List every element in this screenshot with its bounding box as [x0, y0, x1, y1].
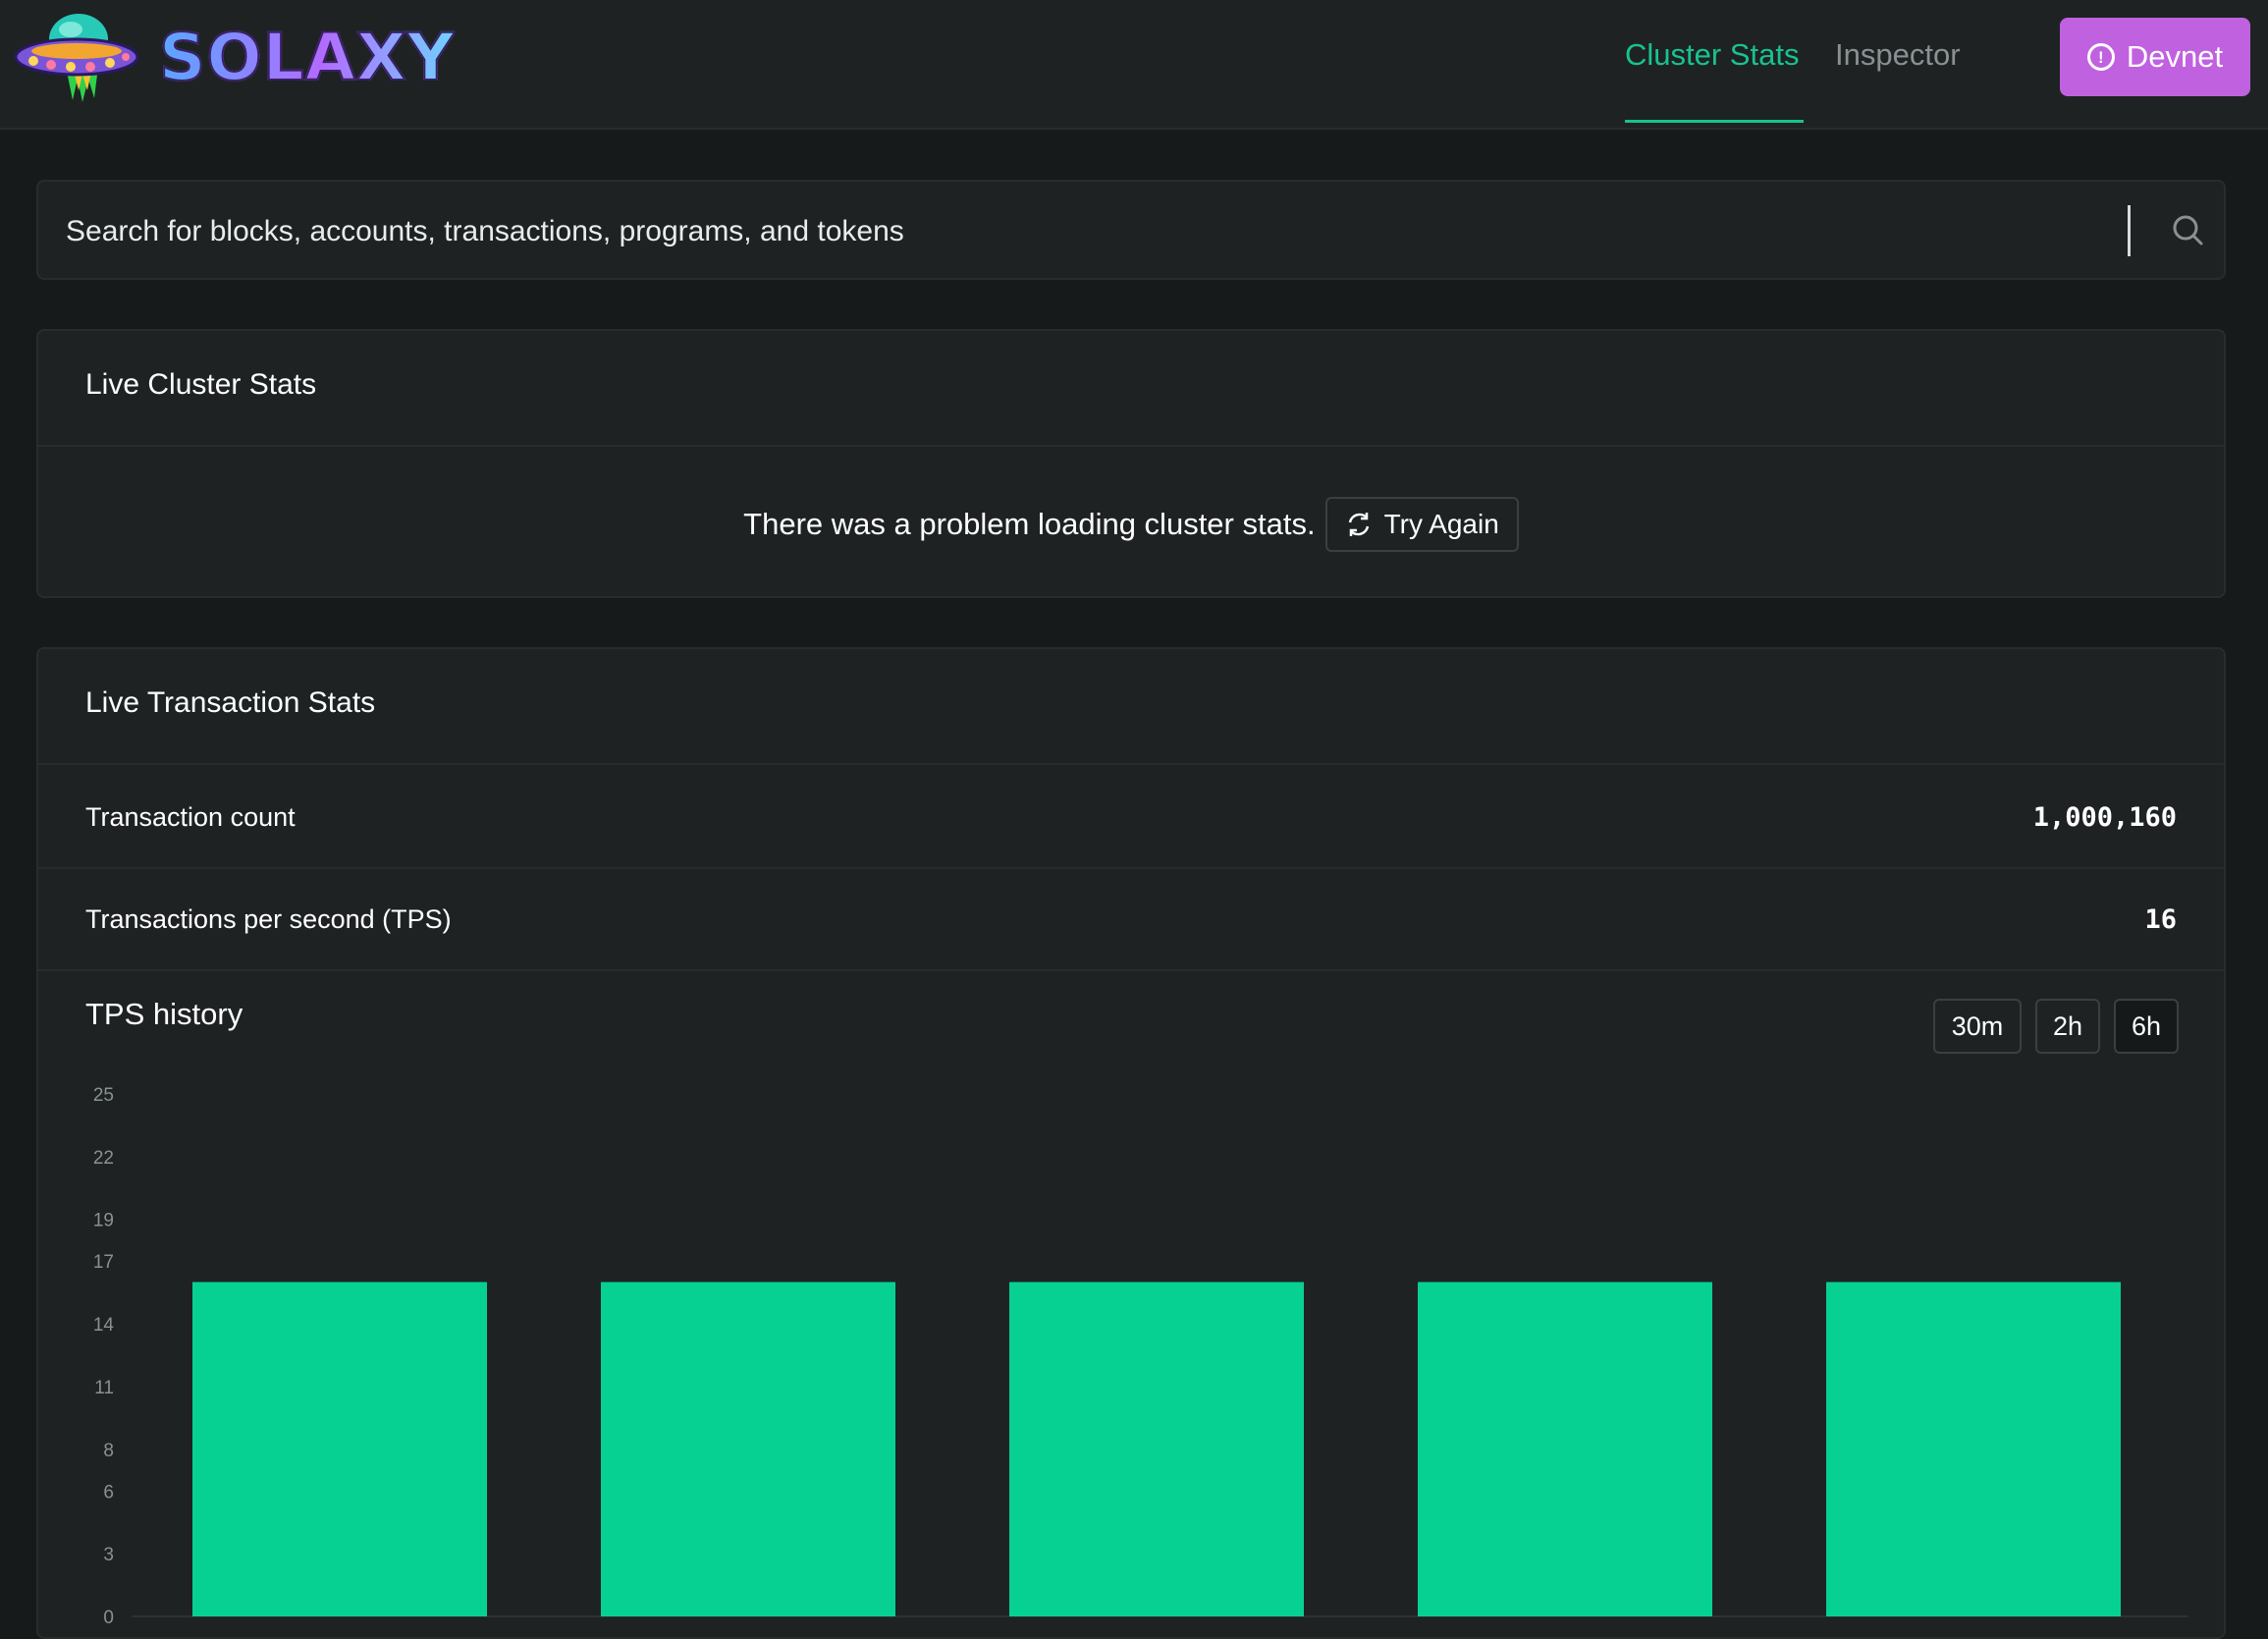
search-bar [36, 180, 2226, 280]
cluster-stats-error: There was a problem loading cluster stat… [38, 449, 2224, 596]
cluster-stats-title: Live Cluster Stats [85, 368, 317, 401]
y-tick-label: 0 [103, 1608, 114, 1628]
transaction-stats-card: Live Transaction Stats Transaction count… [36, 647, 2226, 1639]
cluster-stats-card: Live Cluster Stats There was a problem l… [36, 329, 2226, 598]
try-again-button[interactable]: Try Again [1324, 497, 1519, 552]
error-message: There was a problem loading cluster stat… [743, 507, 1316, 541]
tps-bar[interactable] [601, 1282, 895, 1616]
tps-bar[interactable] [1009, 1282, 1304, 1616]
tps-bar[interactable] [192, 1282, 487, 1616]
tps-bar[interactable] [1826, 1282, 2121, 1616]
y-tick-label: 19 [93, 1211, 114, 1231]
y-tick-label: 14 [93, 1315, 115, 1336]
try-again-label: Try Again [1383, 509, 1499, 539]
y-tick-label: 22 [93, 1148, 114, 1169]
search-icon[interactable] [2169, 211, 2208, 250]
y-tick-label: 6 [103, 1482, 114, 1502]
search-input[interactable] [64, 209, 2126, 254]
y-tick-label: 17 [93, 1252, 114, 1273]
refresh-icon [1348, 513, 1369, 536]
nav-inspector[interactable]: Inspector [1835, 37, 1961, 73]
cluster-stats-header: Live Cluster Stats [38, 331, 2224, 447]
tps-history-chart: 0 3 6 8 11 14 17 19 22 25 [93, 1085, 2188, 1628]
top-navbar: SOLAXY Cluster Stats Inspector ! Devnet [0, 0, 2268, 130]
cluster-button-label: Devnet [2126, 39, 2224, 74]
tps-bar[interactable] [1418, 1282, 1712, 1616]
y-tick-label: 25 [93, 1085, 114, 1106]
search-divider [2128, 205, 2131, 256]
nav-active-underline [1625, 120, 1804, 123]
brand-wordmark: SOLAXY [158, 19, 456, 96]
y-tick-label: 11 [94, 1378, 114, 1398]
y-tick-label: 8 [103, 1441, 114, 1461]
y-tick-label: 3 [103, 1545, 114, 1565]
nav-cluster-stats[interactable]: Cluster Stats [1625, 37, 1799, 73]
ufo-icon [14, 14, 139, 102]
alert-circle-icon: ! [2086, 43, 2115, 71]
brand-logo[interactable]: SOLAXY [12, 6, 455, 104]
cluster-select-button[interactable]: ! Devnet [2060, 18, 2250, 96]
